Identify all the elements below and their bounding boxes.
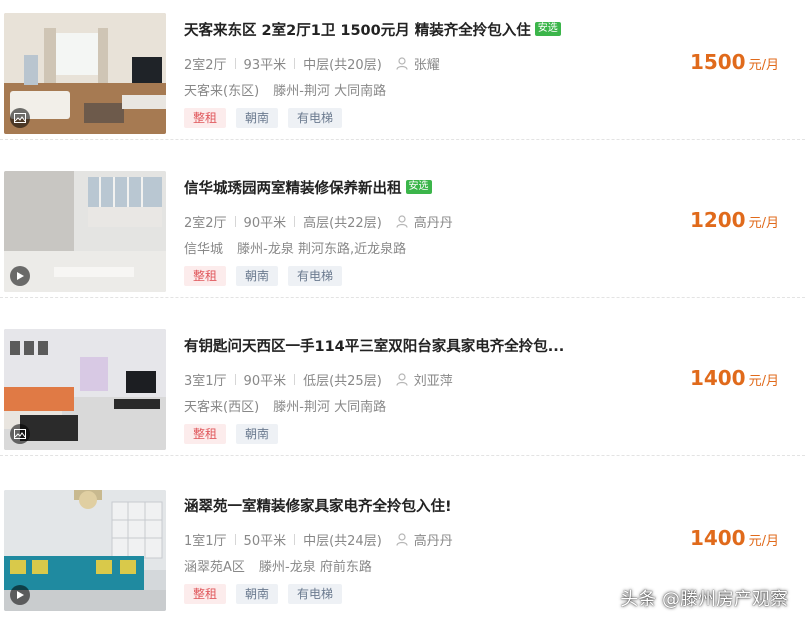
- listing-title[interactable]: 有钥匙问天西区一手114平三室双阳台家具家电齐全拎包...: [184, 335, 564, 356]
- listing-photo[interactable]: [4, 171, 166, 292]
- tag-rent-type: 整租: [184, 584, 227, 604]
- listing-title[interactable]: 信华城琇园两室精装修保养新出租: [184, 177, 402, 198]
- listing-price: 1500 元/月: [690, 50, 779, 74]
- price-unit: 元/月: [748, 216, 779, 231]
- community-name[interactable]: 天客来(西区): [184, 400, 259, 415]
- divider: [234, 216, 236, 227]
- tag-rent-type: 整租: [184, 266, 227, 286]
- listing-photo[interactable]: [4, 329, 166, 450]
- card-divider: [0, 297, 805, 298]
- person-icon: [396, 373, 408, 386]
- floor-level: 中层(共24层): [303, 534, 382, 549]
- divider: [294, 534, 296, 545]
- listing-card-1[interactable]: 天客来东区 2室2厅1卫 1500元月 精装齐全拎包入住 安选 2室2厅 93平…: [0, 0, 805, 140]
- agent-name: 高丹丹: [413, 216, 453, 231]
- agent-info[interactable]: 高丹丹: [396, 530, 453, 549]
- tag-elevator: 有电梯: [288, 266, 343, 286]
- divider: [294, 216, 296, 227]
- tag-list: 整租 朝南: [184, 424, 288, 444]
- agent-info[interactable]: 张耀: [396, 54, 440, 73]
- tag-elevator: 有电梯: [288, 584, 343, 604]
- tag-rent-type: 整租: [184, 424, 227, 444]
- agent-name: 刘亚萍: [413, 374, 453, 389]
- community-name[interactable]: 信华城: [184, 242, 223, 257]
- person-icon: [396, 533, 408, 546]
- room-layout: 2室2厅: [184, 58, 227, 73]
- price-value: 1400: [689, 366, 746, 390]
- source-watermark: 头条 @滕州房产观察: [620, 589, 788, 610]
- picture-icon: [10, 424, 30, 444]
- room-layout: 3室1厅: [184, 374, 227, 389]
- price-unit: 元/月: [748, 58, 779, 73]
- listing-card-3[interactable]: 有钥匙问天西区一手114平三室双阳台家具家电齐全拎包... 3室1厅 90平米 …: [0, 316, 805, 456]
- card-divider: [0, 139, 805, 140]
- agent-name: 张耀: [413, 58, 440, 73]
- price-value: 1400: [689, 526, 746, 550]
- tag-list: 整租 朝南 有电梯: [184, 108, 352, 128]
- location: 滕州-荆河 大同南路: [273, 400, 387, 415]
- floor-area: 90平米: [243, 374, 287, 389]
- divider: [234, 374, 236, 385]
- play-icon[interactable]: [10, 266, 30, 286]
- floor-level: 高层(共22层): [303, 216, 382, 231]
- divider: [294, 374, 296, 385]
- person-icon: [396, 215, 408, 228]
- tag-list: 整租 朝南 有电梯: [184, 584, 352, 604]
- floor-level: 中层(共20层): [303, 58, 382, 73]
- listing-card-2[interactable]: 信华城琇园两室精装修保养新出租 安选 2室2厅 90平米 高层(共22层) 高丹…: [0, 158, 805, 298]
- agent-name: 高丹丹: [413, 534, 453, 549]
- price-value: 1200: [689, 208, 746, 232]
- divider: [234, 58, 236, 69]
- listing-price: 1400 元/月: [690, 526, 779, 550]
- divider: [234, 534, 236, 545]
- tag-elevator: 有电梯: [288, 108, 343, 128]
- price-unit: 元/月: [748, 534, 779, 549]
- picture-icon: [10, 108, 30, 128]
- card-divider: [0, 455, 805, 456]
- tag-orientation: 朝南: [236, 108, 279, 128]
- divider: [294, 58, 296, 69]
- listing-price: 1400 元/月: [690, 366, 779, 390]
- floor-level: 低层(共25层): [303, 374, 382, 389]
- verified-badge: 安选: [534, 22, 561, 36]
- listing-title[interactable]: 天客来东区 2室2厅1卫 1500元月 精装齐全拎包入住: [184, 19, 531, 40]
- location: 滕州-龙泉 荆河东路,近龙泉路: [237, 242, 407, 257]
- tag-orientation: 朝南: [236, 424, 279, 444]
- room-layout: 2室2厅: [184, 216, 227, 231]
- verified-badge: 安选: [405, 180, 432, 194]
- location: 滕州-龙泉 府前东路: [259, 560, 372, 575]
- tag-orientation: 朝南: [236, 584, 279, 604]
- listing-photo[interactable]: [4, 490, 166, 611]
- tag-list: 整租 朝南 有电梯: [184, 266, 352, 286]
- location: 滕州-荆河 大同南路: [273, 84, 387, 99]
- listing-title[interactable]: 涵翠苑一室精装修家具家电齐全拎包入住!: [184, 495, 452, 516]
- room-layout: 1室1厅: [184, 534, 227, 549]
- listing-photo[interactable]: [4, 13, 166, 134]
- play-icon[interactable]: [10, 585, 30, 605]
- floor-area: 93平米: [243, 58, 287, 73]
- community-name[interactable]: 天客来(东区): [184, 84, 259, 99]
- price-value: 1500: [689, 50, 746, 74]
- community-name[interactable]: 涵翠苑A区: [184, 560, 245, 575]
- person-icon: [396, 57, 408, 70]
- price-unit: 元/月: [748, 374, 779, 389]
- tag-rent-type: 整租: [184, 108, 227, 128]
- floor-area: 50平米: [243, 534, 287, 549]
- agent-info[interactable]: 高丹丹: [396, 212, 453, 231]
- listing-price: 1200 元/月: [690, 208, 779, 232]
- tag-orientation: 朝南: [236, 266, 279, 286]
- floor-area: 90平米: [243, 216, 287, 231]
- agent-info[interactable]: 刘亚萍: [396, 370, 453, 389]
- listing-list: 天客来东区 2室2厅1卫 1500元月 精装齐全拎包入住 安选 2室2厅 93平…: [0, 0, 805, 625]
